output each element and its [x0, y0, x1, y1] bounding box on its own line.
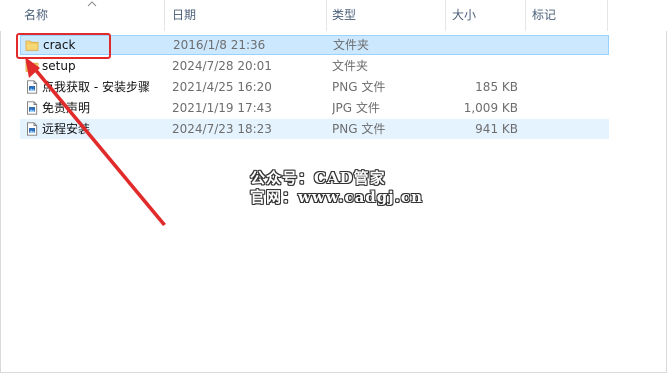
- watermark-website: 官网：www.cadgj.cn: [250, 188, 423, 206]
- watermark-wechat: 公众号：CAD管家: [250, 169, 386, 187]
